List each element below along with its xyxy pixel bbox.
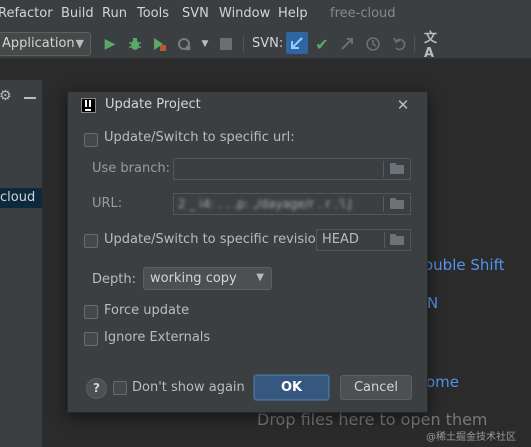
svn-commit-icon[interactable]: ✔ (313, 35, 331, 54)
dialog-title: Update Project (105, 97, 201, 112)
svn-compare-icon[interactable] (338, 35, 356, 53)
project-tree-item[interactable]: cloud (0, 188, 42, 208)
minimize-icon[interactable] (24, 97, 36, 99)
ok-button[interactable]: OK (254, 375, 329, 400)
menu-help[interactable]: Help (278, 6, 308, 21)
close-icon[interactable]: ✕ (392, 94, 414, 116)
watermark: @稀土掘金技术社区 (426, 432, 516, 443)
svn-history-icon[interactable] (364, 35, 382, 53)
specific-url-checkbox[interactable] (84, 133, 98, 147)
toolbar-divider (243, 36, 244, 52)
project-tool-panel: ⚙ cloud (0, 80, 42, 447)
stop-icon[interactable] (217, 35, 235, 53)
depth-value: working copy (150, 271, 237, 286)
menu-refactor[interactable]: Refactor (0, 6, 53, 21)
menu-build[interactable]: Build (61, 6, 94, 21)
svn-revert-icon[interactable] (391, 35, 409, 53)
menu-window[interactable]: Window (219, 6, 270, 21)
chevron-down-icon[interactable]: ▼ (196, 35, 214, 53)
gear-icon[interactable]: ⚙ (0, 88, 12, 104)
help-button[interactable]: ? (86, 378, 107, 399)
revision-field[interactable]: HEAD (316, 229, 411, 251)
search-everywhere-hint: ouble Shift (424, 256, 505, 274)
force-update-checkbox[interactable] (84, 305, 98, 319)
chevron-down-icon: ▼ (75, 37, 84, 50)
url-value: 2 _ i4: . . .p: ,/dayage/r . r .'l.J (178, 197, 352, 211)
coverage-icon[interactable] (150, 35, 168, 53)
more-run-icon[interactable] (175, 35, 193, 53)
dont-show-checkbox[interactable] (113, 381, 127, 395)
field-divider (383, 161, 384, 177)
run-icon[interactable]: ▶ (101, 35, 119, 53)
url-field[interactable]: 2 _ i4: . . .p: ,/dayage/r . r .'l.J (173, 193, 411, 215)
branch-label: Use branch: (92, 161, 170, 176)
folder-icon[interactable] (390, 234, 404, 245)
ignore-externals-checkbox[interactable] (84, 332, 98, 346)
run-config-selector[interactable]: Application ▼ (0, 32, 91, 56)
force-update-label: Force update (104, 303, 190, 318)
project-title: free-cloud (330, 6, 396, 21)
project-tree-item-label: cloud (0, 190, 36, 205)
field-divider (383, 196, 384, 212)
toolbar-divider (414, 36, 415, 52)
menu-bar: Refactor Build Run Tools SVN Window Help… (0, 0, 531, 30)
specific-url-label: Update/Switch to specific url: (104, 130, 295, 145)
intellij-icon (81, 98, 96, 113)
run-config-label: Application (2, 36, 75, 51)
menu-tools[interactable]: Tools (137, 6, 169, 21)
revision-value: HEAD (322, 232, 359, 247)
cancel-button[interactable]: Cancel (340, 375, 412, 400)
chevron-down-icon: ▼ (256, 272, 264, 283)
panel-header: ⚙ (0, 88, 42, 108)
menu-run[interactable]: Run (102, 6, 127, 21)
url-label: URL: (92, 196, 123, 211)
specific-revision-label: Update/Switch to specific revision: (104, 232, 329, 247)
debug-icon[interactable] (126, 35, 144, 53)
main-toolbar: Application ▼ ▶ ▼ SVN: ✔ 文A (0, 30, 531, 61)
navigation-bar-hint: ome (426, 373, 460, 391)
folder-icon[interactable] (390, 198, 404, 209)
goto-file-hint: N (427, 294, 439, 312)
menu-svn[interactable]: SVN (182, 6, 209, 21)
field-divider (384, 232, 385, 248)
specific-revision-checkbox[interactable] (84, 234, 98, 248)
dialog-title-bar[interactable]: Update Project ✕ (68, 92, 427, 120)
svn-label: SVN: (252, 36, 284, 51)
svn-update-icon[interactable] (286, 32, 308, 54)
branch-field[interactable] (173, 158, 411, 180)
translate-icon[interactable]: 文A (424, 31, 442, 61)
depth-select[interactable]: working copy ▼ (143, 267, 272, 290)
ignore-externals-label: Ignore Externals (104, 330, 211, 345)
depth-label: Depth: (92, 272, 136, 287)
folder-icon[interactable] (390, 163, 404, 174)
update-project-dialog: Update Project ✕ Update/Switch to specif… (67, 91, 428, 413)
dont-show-label: Don't show again (132, 380, 245, 395)
